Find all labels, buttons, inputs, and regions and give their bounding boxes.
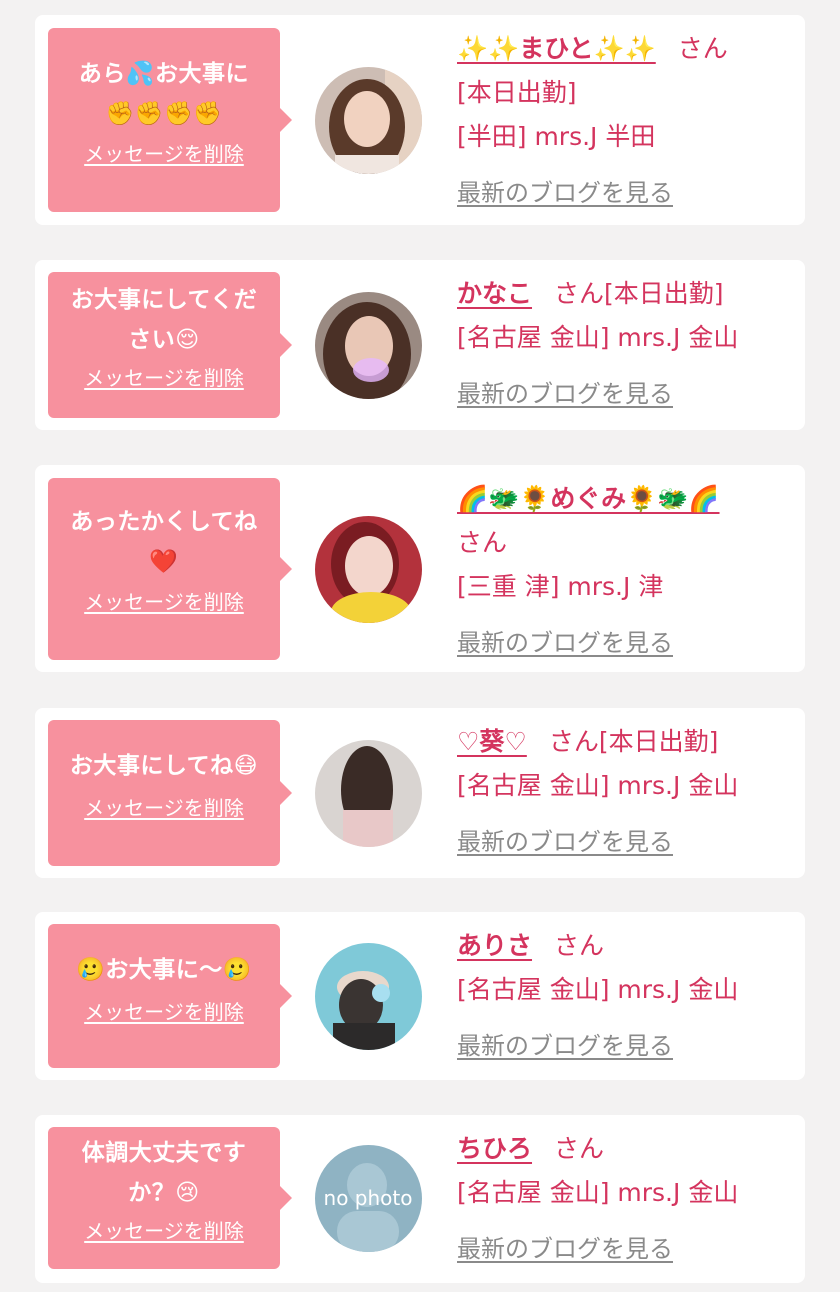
attendance-status: [本日出勤] [604,279,724,308]
latest-blog-link[interactable]: 最新のブログを見る [457,372,673,416]
message-text: あら💦お大事に ✊✊✊✊ [78,61,250,127]
message-card: あったかくしてね ❤️ メッセージを削除 🌈🐲🌻めぐみ🌻🐲🌈 さん [三重 津]… [35,465,805,672]
cast-name-link[interactable]: かなこ [457,279,532,308]
message-text: 体調大丈夫です か？😢 [81,1140,247,1206]
shop-name: [名古屋 金山] mrs.J 金山 [457,975,739,1004]
cast-info: ✨✨まひと✨✨ さん [本日出勤] [半田] mrs.J 半田 最新のブログを見る [457,27,797,215]
cast-name-link[interactable]: ありさ [457,931,532,960]
cast-name-link[interactable]: ✨✨まひと✨✨ [457,34,656,63]
cast-info: ♡葵♡ さん[本日出勤] [名古屋 金山] mrs.J 金山 最新のブログを見る [457,720,797,864]
attendance-status: [本日出勤] [598,727,719,756]
message-card: 体調大丈夫です か？😢 メッセージを削除 no photo ちひろ さん [名古屋… [35,1115,805,1283]
cast-photo-icon [315,943,422,1050]
message-bubble: お大事にしてくだ さい😌 メッセージを削除 [48,272,292,418]
message-bubble: お大事にしてね😷 メッセージを削除 [48,720,292,866]
delete-message-link[interactable]: メッセージを削除 [84,362,244,391]
avatar[interactable]: no photo [315,1145,422,1252]
message-text: お大事にしてね😷 [69,753,259,779]
avatar[interactable] [315,292,422,399]
attendance-status: [本日出勤] [457,78,577,107]
san-suffix: さん [677,34,728,63]
message-list: あら💦お大事に ✊✊✊✊ メッセージを削除 ✨✨まひと✨✨ さん [本日出勤] [… [0,0,840,1292]
message-card: 🥲お大事に〜🥲 メッセージを削除 ありさ さん [名古屋 金山] mrs.J 金山… [35,912,805,1080]
san-suffix: さん [457,528,508,557]
cast-info: ありさ さん [名古屋 金山] mrs.J 金山 最新のブログを見る [457,924,797,1068]
san-suffix: さん [554,279,605,308]
delete-message-link[interactable]: メッセージを削除 [84,792,244,821]
message-card: お大事にしてね😷 メッセージを削除 ♡葵♡ さん[本日出勤] [名古屋 金山] m… [35,708,805,878]
cast-name-link[interactable]: ♡葵♡ [457,727,527,756]
avatar[interactable] [315,516,422,623]
no-photo-placeholder-icon: no photo [315,1145,422,1252]
avatar[interactable] [315,67,422,174]
message-bubble: あら💦お大事に ✊✊✊✊ メッセージを削除 [48,28,292,212]
delete-message-link[interactable]: メッセージを削除 [84,996,244,1025]
message-text: あったかくしてね ❤️ [70,509,258,575]
message-card: あら💦お大事に ✊✊✊✊ メッセージを削除 ✨✨まひと✨✨ さん [本日出勤] [… [35,15,805,225]
shop-name: [名古屋 金山] mrs.J 金山 [457,771,739,800]
cast-photo-icon [315,292,422,399]
no-photo-text: no photo [324,1186,413,1210]
message-text: 🥲お大事に〜🥲 [76,957,252,983]
message-card: お大事にしてくだ さい😌 メッセージを削除 かなこ さん[本日出勤] [名古屋 金… [35,260,805,430]
cast-name-link[interactable]: 🌈🐲🌻めぐみ🌻🐲🌈 [457,484,720,513]
latest-blog-link[interactable]: 最新のブログを見る [457,1227,673,1271]
latest-blog-link[interactable]: 最新のブログを見る [457,820,673,864]
cast-info: 🌈🐲🌻めぐみ🌻🐲🌈 さん [三重 津] mrs.J 津 最新のブログを見る [457,477,797,665]
cast-photo-icon [315,67,422,174]
shop-name: [名古屋 金山] mrs.J 金山 [457,1178,739,1207]
cast-photo-icon [315,740,422,847]
message-text: お大事にしてくだ さい😌 [70,287,258,353]
latest-blog-link[interactable]: 最新のブログを見る [457,1024,673,1068]
message-bubble: 🥲お大事に〜🥲 メッセージを削除 [48,924,292,1068]
cast-info: かなこ さん[本日出勤] [名古屋 金山] mrs.J 金山 最新のブログを見る [457,272,797,416]
latest-blog-link[interactable]: 最新のブログを見る [457,621,673,665]
cast-name-link[interactable]: ちひろ [457,1134,532,1163]
delete-message-link[interactable]: メッセージを削除 [84,138,244,167]
shop-name: [半田] mrs.J 半田 [457,122,656,151]
san-suffix: さん [554,1134,605,1163]
san-suffix: さん [554,931,605,960]
message-bubble: あったかくしてね ❤️ メッセージを削除 [48,478,292,660]
avatar[interactable] [315,740,422,847]
avatar[interactable] [315,943,422,1050]
delete-message-link[interactable]: メッセージを削除 [84,1215,244,1244]
delete-message-link[interactable]: メッセージを削除 [84,586,244,615]
shop-name: [三重 津] mrs.J 津 [457,572,664,601]
cast-photo-icon [315,516,422,623]
cast-info: ちひろ さん [名古屋 金山] mrs.J 金山 最新のブログを見る [457,1127,797,1271]
message-bubble: 体調大丈夫です か？😢 メッセージを削除 [48,1127,292,1269]
san-suffix: さん [548,727,599,756]
shop-name: [名古屋 金山] mrs.J 金山 [457,323,739,352]
latest-blog-link[interactable]: 最新のブログを見る [457,171,673,215]
